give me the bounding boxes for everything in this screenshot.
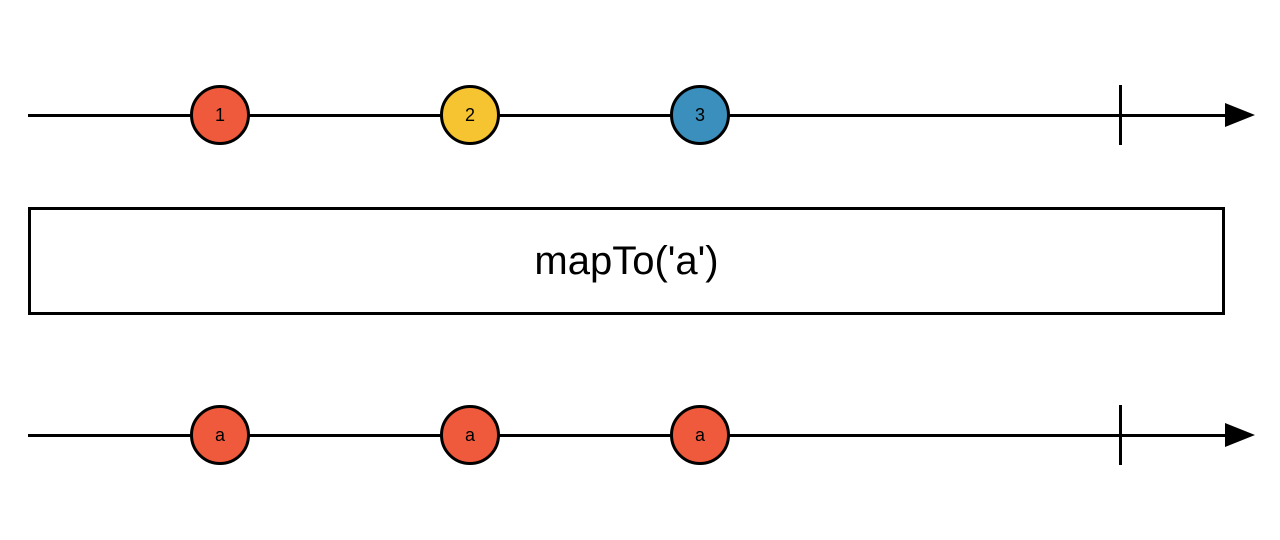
output-arrow-icon bbox=[1225, 423, 1255, 447]
marble-diagram: 1 2 3 mapTo('a') a a a bbox=[0, 0, 1280, 540]
marble-label: 3 bbox=[695, 105, 705, 126]
marble-label: a bbox=[695, 425, 705, 446]
input-marble: 3 bbox=[670, 85, 730, 145]
operator-box: mapTo('a') bbox=[28, 207, 1225, 315]
marble-label: 1 bbox=[215, 105, 225, 126]
input-marble: 1 bbox=[190, 85, 250, 145]
marble-label: a bbox=[215, 425, 225, 446]
marble-label: a bbox=[465, 425, 475, 446]
output-marble: a bbox=[440, 405, 500, 465]
input-arrow-icon bbox=[1225, 103, 1255, 127]
marble-label: 2 bbox=[465, 105, 475, 126]
operator-label: mapTo('a') bbox=[534, 239, 718, 284]
output-marble: a bbox=[190, 405, 250, 465]
output-complete-bar bbox=[1119, 405, 1122, 465]
output-marble: a bbox=[670, 405, 730, 465]
input-marble: 2 bbox=[440, 85, 500, 145]
input-complete-bar bbox=[1119, 85, 1122, 145]
